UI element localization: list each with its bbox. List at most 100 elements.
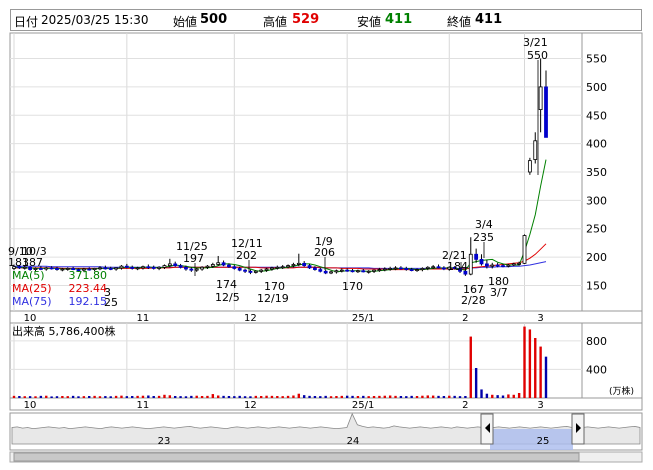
candle-body: [286, 265, 290, 268]
volume-bar: [319, 396, 322, 398]
candle-body: [167, 263, 172, 267]
ma-legend-label: MA(25): [12, 282, 52, 295]
volume-bar: [152, 396, 155, 398]
volume-bar: [174, 396, 177, 398]
volume-bar: [372, 396, 376, 398]
volume-bar: [168, 395, 172, 398]
volume-bar: [98, 396, 102, 398]
candle-body: [511, 263, 516, 266]
ma-legend-value: 192.15: [69, 295, 108, 308]
volume-bar: [270, 395, 274, 398]
candle-body: [259, 269, 264, 272]
volume-bar: [227, 396, 231, 398]
volume-bar: [426, 395, 429, 398]
volume-bar: [23, 396, 26, 398]
candle-body: [409, 269, 414, 271]
candle-body: [189, 268, 194, 271]
candle-body: [291, 264, 296, 267]
volume-bar: [480, 389, 483, 398]
volume-bar: [351, 395, 354, 398]
y-tick-label: 250: [586, 223, 607, 236]
volume-bar: [104, 396, 107, 398]
candle-body: [468, 253, 473, 275]
volume-bar: [259, 396, 263, 398]
volume-bar: [324, 395, 327, 398]
x-tick-label: 12: [244, 313, 257, 324]
volume-bar: [157, 395, 161, 398]
candle-body: [108, 268, 113, 270]
volume-bar: [496, 395, 499, 398]
volume-bar: [179, 396, 182, 398]
candle-body: [361, 270, 366, 273]
volume-bar: [544, 356, 548, 398]
candle-body: [345, 269, 350, 272]
candle-body: [178, 265, 183, 268]
candle-body: [495, 264, 500, 267]
volume-bar: [71, 395, 75, 398]
candle-body: [44, 267, 49, 270]
candle-body: [517, 262, 522, 265]
candle-body: [124, 265, 129, 268]
candle-body: [474, 253, 479, 260]
x-tick-label: 3: [537, 400, 543, 411]
volume-y-tick-label: 400: [586, 363, 607, 376]
price-annotation: 187: [22, 256, 43, 269]
volume-bar: [77, 396, 80, 398]
candle-body: [60, 268, 65, 271]
volume-bar: [517, 393, 521, 398]
price-annotation: 202: [236, 249, 257, 262]
volume-bar: [45, 395, 48, 398]
volume-bar: [415, 396, 419, 398]
navigator-selection[interactable]: [490, 429, 573, 450]
volume-bar: [28, 396, 32, 398]
volume-bar: [292, 395, 295, 398]
volume-bar: [356, 396, 360, 398]
candle-body: [533, 140, 538, 160]
candle-body: [393, 267, 398, 270]
volume-bar: [458, 396, 462, 398]
volume-bar: [378, 395, 381, 398]
volume-bar: [464, 396, 467, 398]
volume-bar: [195, 395, 198, 398]
price-volume-chart: 10101111121225/125/122331502002503003504…: [8, 32, 643, 463]
volume-bar: [243, 396, 247, 398]
volume-unit-label: (万株): [609, 385, 634, 397]
price-annotation: 174: [216, 278, 237, 291]
candle-body: [307, 265, 312, 269]
volume-bar: [34, 396, 37, 398]
candle-body: [479, 258, 484, 265]
price-annotation: 197: [183, 252, 204, 265]
candle-body: [334, 270, 339, 273]
candle-body: [506, 264, 511, 267]
volume-bar: [12, 395, 16, 398]
y-tick-label: 200: [586, 251, 607, 264]
candle-body: [135, 267, 140, 270]
volume-bar: [18, 396, 21, 398]
candle-body: [323, 270, 328, 274]
volume-bar: [147, 395, 150, 398]
y-tick-label: 450: [586, 109, 607, 122]
navigator-scrollbar-thumb[interactable]: [13, 452, 580, 462]
candle-body: [237, 268, 242, 271]
volume-bar: [507, 394, 510, 398]
volume-bar: [453, 395, 456, 398]
candle-body: [210, 264, 215, 267]
volume-bar: [233, 396, 236, 398]
candle-body: [382, 268, 387, 271]
x-tick-label: 25/1: [352, 313, 374, 324]
candle-body: [253, 270, 258, 273]
candle-body: [415, 269, 419, 271]
volume-bar: [399, 396, 403, 398]
volume-bar: [340, 395, 343, 398]
ma-legend-label: MA(75): [12, 295, 52, 308]
candle-body: [232, 266, 237, 269]
stock-chart-widget: 日付 2025/03/25 15:30 始値 500 高値 529 安値 411…: [0, 0, 653, 470]
x-tick-label: 12: [244, 400, 257, 411]
price-annotation: 3/4: [475, 218, 493, 231]
price-annotation: 206: [314, 246, 335, 259]
volume-bar: [254, 395, 258, 398]
candle-body: [441, 267, 446, 270]
price-annotation: 550: [527, 49, 548, 62]
volume-bar: [308, 395, 311, 398]
price-annotation: 2/28: [461, 294, 486, 307]
